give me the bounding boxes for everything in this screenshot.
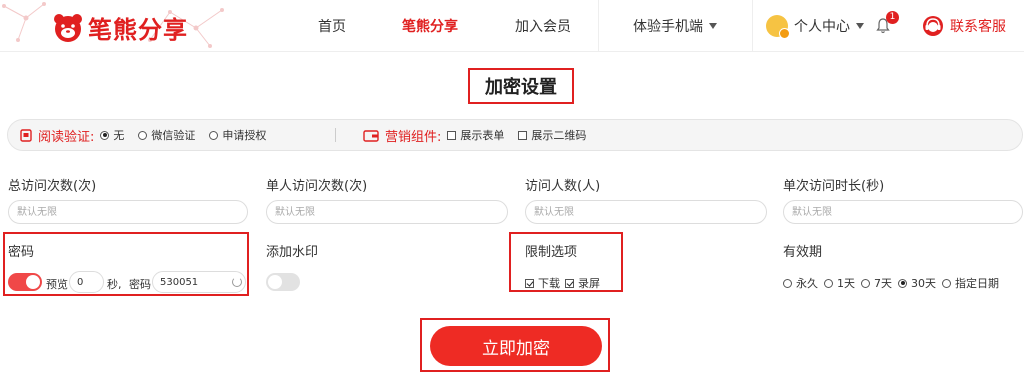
nav-mobile-label: 体验手机端: [633, 19, 703, 35]
marketing-label: 营销组件:: [385, 129, 442, 145]
marketing-option-qrcode[interactable]: 展示二维码: [518, 127, 586, 143]
wallet-icon: [363, 129, 379, 142]
brand-name: 笔熊分享: [88, 16, 188, 44]
contact-service-button[interactable]: 联系客服: [922, 0, 1006, 52]
headset-icon: [923, 16, 943, 36]
limit-option-label: 录屏: [578, 277, 600, 290]
caret-down-icon: [709, 23, 717, 29]
visitors-label: 访问人数(人): [525, 179, 601, 194]
bear-logo-icon: [54, 13, 82, 42]
radio[interactable]: [783, 278, 792, 288]
verify-option-wechat[interactable]: 微信验证: [138, 127, 195, 143]
visitors-input[interactable]: [525, 200, 767, 224]
radio[interactable]: [209, 130, 219, 140]
password-section-label: 密码: [8, 245, 35, 260]
verify-marketing-bar: 阅读验证: 无 微信验证 申请授权 营销组件: 展示表单 展示二维码: [7, 119, 1023, 151]
radio[interactable]: [824, 278, 833, 288]
validity-option-forever[interactable]: 永久: [783, 275, 818, 291]
marketing-option-form[interactable]: 展示表单: [447, 127, 504, 143]
total-visits-label: 总访问次数(次): [8, 179, 97, 194]
checkbox[interactable]: [518, 130, 528, 140]
nav-home[interactable]: 首页: [318, 0, 346, 52]
validity-option-label: 永久: [796, 277, 818, 290]
validity-option-label: 30天: [911, 277, 936, 290]
duration-input[interactable]: [783, 200, 1023, 224]
limit-option-label: 下载: [538, 277, 560, 290]
toggle-knob: [268, 275, 282, 289]
top-header: 笔熊分享 首页 笔熊分享 加入会员 体验手机端 个人中心 1 联系客服: [0, 0, 1024, 52]
preview-label: 预览: [46, 278, 68, 291]
marketing-group: 营销组件: 展示表单 展示二维码: [363, 120, 600, 150]
radio[interactable]: [138, 130, 148, 140]
read-verify-label: 阅读验证:: [38, 129, 95, 145]
toggle-knob: [26, 275, 40, 289]
limit-option-download[interactable]: 下载: [525, 275, 560, 291]
limit-option-record[interactable]: 录屏: [565, 275, 600, 291]
validity-option-label: 7天: [874, 277, 892, 290]
page: 笔熊分享 首页 笔熊分享 加入会员 体验手机端 个人中心 1 联系客服 加密设置…: [0, 0, 1024, 372]
radio[interactable]: [942, 278, 951, 288]
validity-option-7day[interactable]: 7天: [861, 275, 892, 291]
phone-lock-icon: [20, 128, 32, 142]
marketing-option-label: 展示二维码: [531, 129, 587, 142]
brand-logo[interactable]: 笔熊分享: [52, 10, 188, 45]
duration-label: 单次访问时长(秒): [783, 179, 885, 194]
divider: [598, 0, 599, 52]
preview-seconds-input[interactable]: [69, 271, 104, 293]
verify-option-label: 无: [113, 129, 125, 142]
divider: [335, 128, 336, 142]
password-inline-label: 密码: [129, 278, 151, 291]
validity-option-1day[interactable]: 1天: [824, 275, 855, 291]
watermark-toggle[interactable]: [266, 273, 300, 291]
contact-service-label: 联系客服: [950, 19, 1006, 35]
avatar: [766, 15, 790, 39]
radio-selected[interactable]: [898, 278, 907, 288]
encrypt-now-button[interactable]: 立即加密: [430, 326, 602, 366]
caret-down-icon: [856, 23, 864, 29]
marketing-option-label: 展示表单: [460, 129, 505, 142]
watermark-label: 添加水印: [266, 245, 319, 260]
checkbox[interactable]: [447, 130, 457, 140]
refresh-icon[interactable]: [232, 277, 242, 287]
validity-label: 有效期: [783, 245, 823, 260]
seconds-unit-label: 秒,: [107, 278, 122, 291]
nav-member[interactable]: 加入会员: [515, 0, 571, 52]
limits-label: 限制选项: [525, 245, 578, 260]
user-center-label: 个人中心: [794, 19, 850, 35]
user-center-menu[interactable]: 个人中心: [766, 0, 864, 52]
radio[interactable]: [861, 278, 870, 288]
read-verify-group: 阅读验证: 无 微信验证 申请授权: [20, 120, 280, 150]
page-title: 加密设置: [468, 68, 574, 104]
verify-option-label: 申请授权: [222, 129, 267, 142]
divider: [752, 0, 753, 52]
single-visits-input[interactable]: [266, 200, 508, 224]
checkbox-checked[interactable]: [525, 278, 534, 288]
validity-options: 永久 1天 7天 30天 指定日期: [783, 275, 999, 291]
verify-option-apply[interactable]: 申请授权: [209, 127, 266, 143]
verify-option-label: 微信验证: [151, 129, 196, 142]
single-visits-label: 单人访问次数(次): [266, 179, 368, 194]
validity-option-label: 1天: [837, 277, 855, 290]
notification-badge: 1: [886, 11, 899, 24]
radio-selected[interactable]: [100, 130, 110, 140]
validity-option-label: 指定日期: [955, 277, 999, 290]
nav-share[interactable]: 笔熊分享: [402, 0, 458, 52]
verify-option-none[interactable]: 无: [100, 127, 124, 143]
nav-mobile-trial[interactable]: 体验手机端: [633, 0, 717, 52]
checkbox-checked[interactable]: [565, 278, 574, 288]
validity-option-custom-date[interactable]: 指定日期: [942, 275, 999, 291]
total-visits-input[interactable]: [8, 200, 248, 224]
validity-option-30day[interactable]: 30天: [898, 275, 936, 291]
password-toggle[interactable]: [8, 273, 42, 291]
